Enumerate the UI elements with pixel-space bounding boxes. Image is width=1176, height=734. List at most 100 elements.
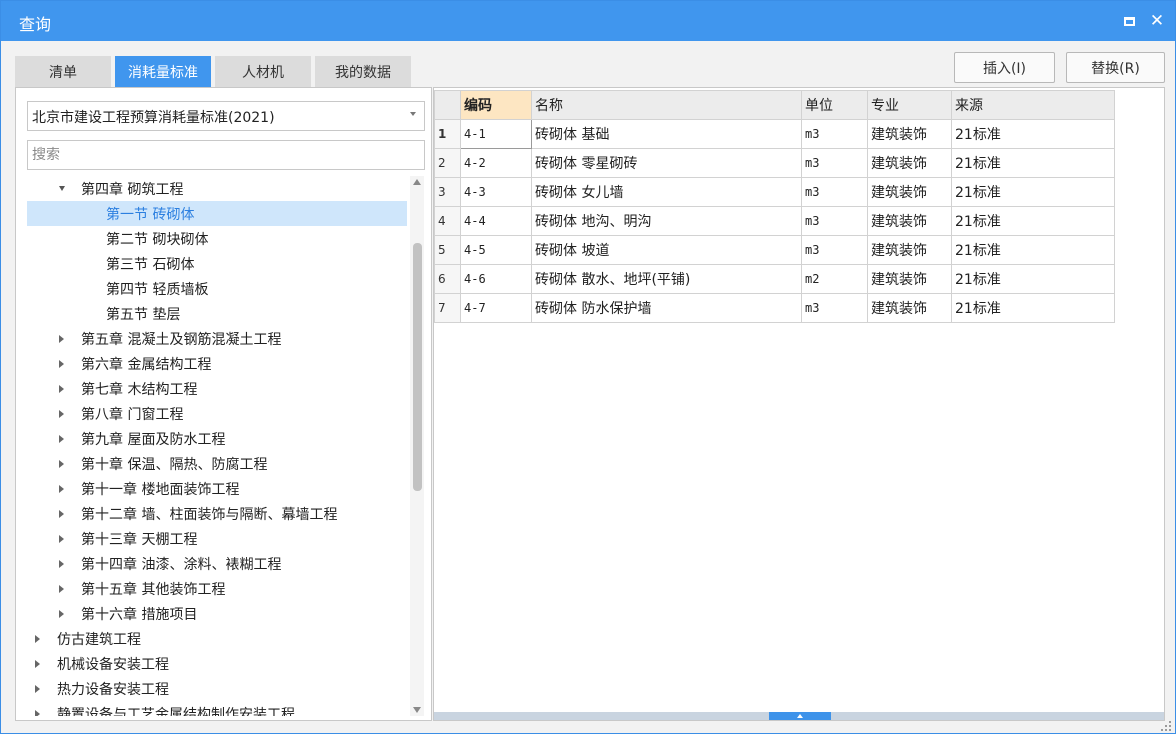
row-number[interactable]: 2 — [434, 148, 461, 178]
cell-major[interactable]: 建筑装饰 — [867, 235, 952, 265]
row-number[interactable]: 3 — [434, 177, 461, 207]
horizontal-scrollbar[interactable] — [434, 712, 1164, 720]
tree-item[interactable]: 第十四章 油漆、涂料、裱糊工程 — [27, 551, 407, 576]
tree-item[interactable]: 第一节 砖砌体 — [27, 201, 407, 226]
tree-item[interactable]: 第十三章 天棚工程 — [27, 526, 407, 551]
tree-item[interactable]: 第十章 保温、隔热、防腐工程 — [27, 451, 407, 476]
cell-code[interactable]: 4-6 — [460, 264, 532, 294]
table-row[interactable]: 2 4-2 砖砌体 零星砌砖 m3 建筑装饰 21标准 — [434, 148, 1115, 178]
collapsed-arrow-icon[interactable] — [35, 660, 40, 668]
cell-unit[interactable]: m2 — [801, 264, 868, 294]
cell-major[interactable]: 建筑装饰 — [867, 119, 952, 149]
collapsed-arrow-icon[interactable] — [59, 460, 64, 468]
tree-item[interactable]: 仿古建筑工程 — [27, 626, 407, 651]
table-row[interactable]: 4 4-4 砖砌体 地沟、明沟 m3 建筑装饰 21标准 — [434, 206, 1115, 236]
cell-name[interactable]: 砖砌体 基础 — [531, 119, 802, 149]
collapsed-arrow-icon[interactable] — [59, 560, 64, 568]
cell-name[interactable]: 砖砌体 零星砌砖 — [531, 148, 802, 178]
row-number[interactable]: 4 — [434, 206, 461, 236]
row-number[interactable]: 6 — [434, 264, 461, 294]
tab-list[interactable]: 清单 — [15, 56, 111, 87]
collapsed-arrow-icon[interactable] — [59, 360, 64, 368]
collapsed-arrow-icon[interactable] — [59, 335, 64, 343]
tree-item[interactable]: 第五节 垫层 — [27, 301, 407, 326]
cell-code[interactable]: 4-2 — [460, 148, 532, 178]
scroll-up-icon[interactable] — [413, 179, 421, 185]
collapsed-arrow-icon[interactable] — [59, 385, 64, 393]
cell-code[interactable]: 4-7 — [460, 293, 532, 323]
cell-code[interactable]: 4-3 — [460, 177, 532, 207]
tab-labor-material-machine[interactable]: 人材机 — [215, 56, 311, 87]
tree-item[interactable]: 第二节 砌块砌体 — [27, 226, 407, 251]
tree-item[interactable]: 第十六章 措施项目 — [27, 601, 407, 626]
cell-name[interactable]: 砖砌体 地沟、明沟 — [531, 206, 802, 236]
tab-consumption-standard[interactable]: 消耗量标准 — [115, 56, 211, 87]
tree-item[interactable]: 第七章 木结构工程 — [27, 376, 407, 401]
collapsed-arrow-icon[interactable] — [35, 710, 40, 716]
standard-select[interactable]: 北京市建设工程预算消耗量标准(2021) — [27, 101, 425, 131]
collapsed-arrow-icon[interactable] — [59, 410, 64, 418]
tree-item[interactable]: 静置设备与工艺金属结构制作安装工程 — [27, 701, 407, 716]
search-input[interactable] — [27, 140, 425, 170]
cell-unit[interactable]: m3 — [801, 235, 868, 265]
collapsed-arrow-icon[interactable] — [59, 435, 64, 443]
column-header-source[interactable]: 来源 — [951, 90, 1115, 120]
cell-major[interactable]: 建筑装饰 — [867, 148, 952, 178]
cell-name[interactable]: 砖砌体 防水保护墙 — [531, 293, 802, 323]
cell-source[interactable]: 21标准 — [951, 177, 1115, 207]
tree-item[interactable]: 第十五章 其他装饰工程 — [27, 576, 407, 601]
tab-my-data[interactable]: 我的数据 — [315, 56, 411, 87]
cell-unit[interactable]: m3 — [801, 293, 868, 323]
cell-name[interactable]: 砖砌体 坡道 — [531, 235, 802, 265]
tree-item[interactable]: 机械设备安装工程 — [27, 651, 407, 676]
row-number[interactable]: 5 — [434, 235, 461, 265]
cell-major[interactable]: 建筑装饰 — [867, 206, 952, 236]
cell-source[interactable]: 21标准 — [951, 293, 1115, 323]
tree-item[interactable]: 第六章 金属结构工程 — [27, 351, 407, 376]
collapsed-arrow-icon[interactable] — [59, 535, 64, 543]
cell-major[interactable]: 建筑装饰 — [867, 264, 952, 294]
scroll-down-icon[interactable] — [413, 707, 421, 713]
table-row[interactable]: 3 4-3 砖砌体 女儿墙 m3 建筑装饰 21标准 — [434, 177, 1115, 207]
cell-source[interactable]: 21标准 — [951, 148, 1115, 178]
cell-name[interactable]: 砖砌体 散水、地坪(平铺) — [531, 264, 802, 294]
cell-unit[interactable]: m3 — [801, 148, 868, 178]
cell-unit[interactable]: m3 — [801, 119, 868, 149]
tree-item[interactable]: 第八章 门窗工程 — [27, 401, 407, 426]
cell-source[interactable]: 21标准 — [951, 206, 1115, 236]
cell-source[interactable]: 21标准 — [951, 119, 1115, 149]
column-header-code[interactable]: 编码 — [460, 90, 532, 120]
row-number[interactable]: 7 — [434, 293, 461, 323]
collapsed-arrow-icon[interactable] — [59, 510, 64, 518]
collapsed-arrow-icon[interactable] — [59, 485, 64, 493]
cell-source[interactable]: 21标准 — [951, 235, 1115, 265]
cell-code[interactable]: 4-1 — [460, 119, 532, 149]
collapsed-arrow-icon[interactable] — [59, 585, 64, 593]
cell-major[interactable]: 建筑装饰 — [867, 293, 952, 323]
column-header-major[interactable]: 专业 — [867, 90, 952, 120]
cell-name[interactable]: 砖砌体 女儿墙 — [531, 177, 802, 207]
table-row[interactable]: 5 4-5 砖砌体 坡道 m3 建筑装饰 21标准 — [434, 235, 1115, 265]
cell-unit[interactable]: m3 — [801, 206, 868, 236]
tree-item[interactable]: 第十二章 墙、柱面装饰与隔断、幕墙工程 — [27, 501, 407, 526]
cell-code[interactable]: 4-4 — [460, 206, 532, 236]
tree-item[interactable]: 第四节 轻质墙板 — [27, 276, 407, 301]
title-bar[interactable]: 查询 ✕ — [1, 1, 1175, 41]
tree-scrollbar[interactable] — [410, 176, 424, 716]
tree-item[interactable]: 第三节 石砌体 — [27, 251, 407, 276]
cell-source[interactable]: 21标准 — [951, 264, 1115, 294]
row-number[interactable]: 1 — [434, 119, 461, 149]
tree-item[interactable]: 第九章 屋面及防水工程 — [27, 426, 407, 451]
tree-item[interactable]: 第十一章 楼地面装饰工程 — [27, 476, 407, 501]
collapsed-arrow-icon[interactable] — [59, 610, 64, 618]
tree-item[interactable]: 第四章 砌筑工程 — [27, 176, 407, 201]
tree-item[interactable]: 第五章 混凝土及钢筋混凝土工程 — [27, 326, 407, 351]
resize-grip-icon[interactable] — [1159, 719, 1173, 733]
replace-button[interactable]: 替换(R) — [1066, 52, 1165, 83]
scroll-thumb[interactable] — [413, 243, 422, 491]
cell-code[interactable]: 4-5 — [460, 235, 532, 265]
insert-button[interactable]: 插入(I) — [954, 52, 1055, 83]
expanded-arrow-icon[interactable] — [59, 186, 65, 191]
maximize-button[interactable] — [1117, 9, 1141, 33]
table-row[interactable]: 7 4-7 砖砌体 防水保护墙 m3 建筑装饰 21标准 — [434, 293, 1115, 323]
